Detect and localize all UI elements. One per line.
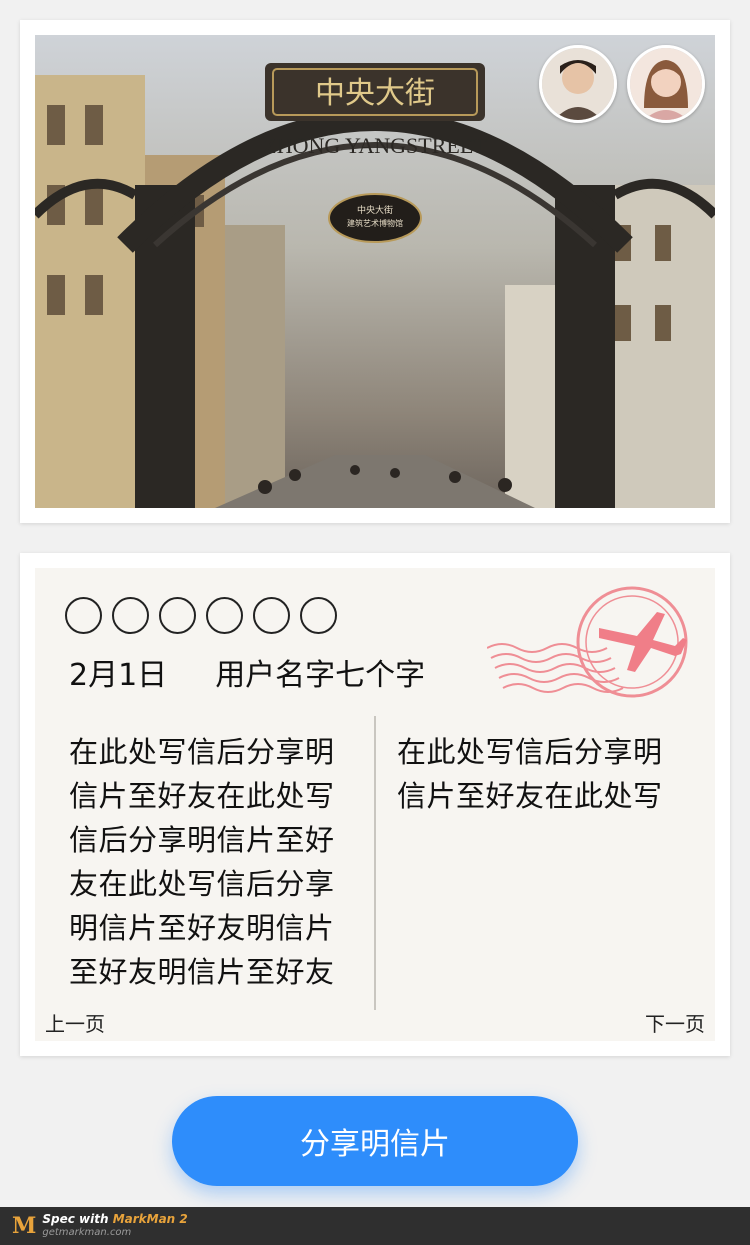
plaque-line2: 建筑艺术博物馆 — [347, 218, 403, 228]
gate-sign-latin: ZHONG YANGSTREET — [263, 133, 487, 158]
spec-brand: MarkMan 2 — [112, 1212, 188, 1226]
letter-meta: 2月1日 用户名字七个字 — [69, 650, 425, 694]
letter-username: 用户名字七个字 — [215, 658, 426, 693]
letter-line: 至好友明信片至好友 — [69, 955, 335, 989]
letter-column-left[interactable]: 在此处写信后分享明 信片至好友在此处写 信后分享明信片至好 友在此处写信后分享 … — [69, 730, 369, 994]
letter-line: 明信片至好友明信片 — [69, 911, 335, 945]
share-postcard-button[interactable]: 分享明信片 — [172, 1096, 578, 1186]
letter-line: 在此处写信后分享明 — [69, 735, 335, 769]
avatar-male-icon — [542, 48, 614, 120]
postal-code-circle[interactable] — [300, 597, 337, 634]
letter-line: 在此处写信后分享明 — [397, 735, 663, 769]
spec-text: Spec with MarkMan 2 — [42, 1213, 187, 1226]
markman-footer: M Spec with MarkMan 2 getmarkman.com — [0, 1207, 750, 1245]
letter-paper: 2月1日 用户名字七个字 在此处写信后分享明 信片至好友在此处写 信后分享明信片… — [35, 568, 715, 1041]
postal-code-circle[interactable] — [253, 597, 290, 634]
letter-line: 信片至好友在此处写 — [397, 779, 663, 813]
letter-column-right[interactable]: 在此处写信后分享明 信片至好友在此处写 — [397, 730, 697, 818]
plaque-line1: 中央大街 — [357, 204, 393, 216]
postal-code-circle[interactable] — [112, 597, 149, 634]
avatar-group — [539, 45, 705, 123]
postal-code-circle[interactable] — [206, 597, 243, 634]
letter-line: 信后分享明信片至好 — [69, 823, 335, 857]
letter-date: 2月1日 — [69, 658, 168, 693]
markman-logo-icon: M — [12, 1213, 37, 1239]
postal-code-boxes — [65, 597, 337, 634]
gate-sign-text: 中央大街 — [315, 77, 435, 110]
column-divider — [374, 716, 376, 1010]
avatar-male[interactable] — [539, 45, 617, 123]
letter-line: 信片至好友在此处写 — [69, 779, 335, 813]
letter-card: 2月1日 用户名字七个字 在此处写信后分享明 信片至好友在此处写 信后分享明信片… — [20, 553, 730, 1056]
spec-prefix: Spec with — [42, 1212, 113, 1226]
postal-code-circle[interactable] — [65, 597, 102, 634]
avatar-female-icon — [630, 48, 702, 120]
airplane-postmark-icon — [487, 586, 688, 698]
avatar-female[interactable] — [627, 45, 705, 123]
postcard-photo: 中央大街 ZHONG YANGSTREET 中央大街 建筑艺术博物馆 — [35, 35, 715, 508]
postal-code-circle[interactable] — [159, 597, 196, 634]
prev-page-link[interactable]: 上一页 — [45, 1008, 105, 1037]
spec-site: getmarkman.com — [42, 1227, 132, 1238]
next-page-link[interactable]: 下一页 — [645, 1008, 705, 1037]
letter-line: 友在此处写信后分享 — [69, 867, 335, 901]
photo-card: 中央大街 ZHONG YANGSTREET 中央大街 建筑艺术博物馆 — [20, 20, 730, 523]
